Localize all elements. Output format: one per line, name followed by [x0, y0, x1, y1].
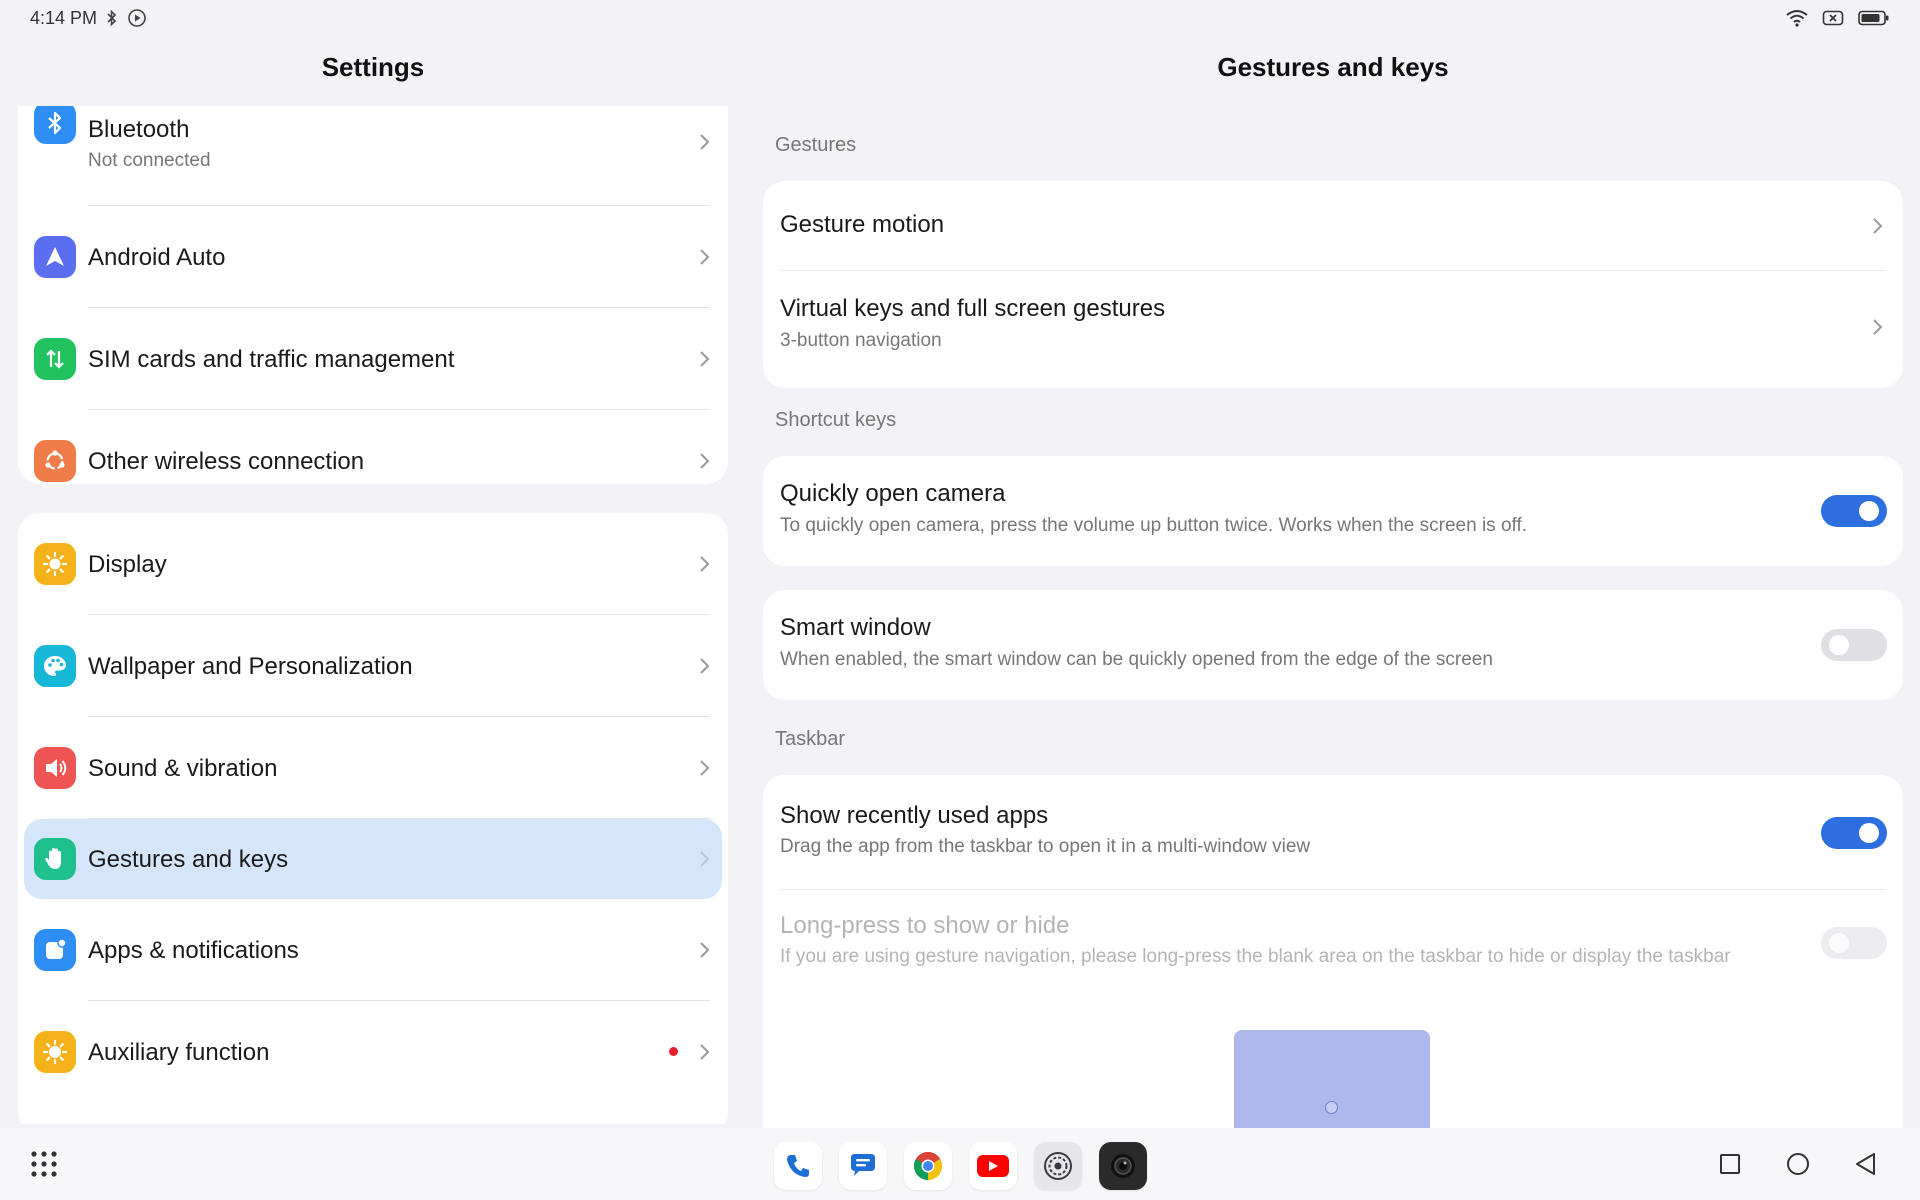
- section-label-taskbar: Taskbar: [775, 728, 846, 750]
- chevron-right-icon: [700, 1044, 710, 1060]
- settings-item-auxiliary[interactable]: Auxiliary function: [18, 1001, 728, 1103]
- row-subtitle: To quickly open camera, press the volume…: [780, 515, 1528, 536]
- settings-item-display[interactable]: Display: [18, 513, 728, 615]
- settings-item-sublabel: Not connected: [88, 150, 211, 171]
- settings-group-device: Display Wallpaper and Personalization So…: [18, 513, 728, 1124]
- settings-item-wallpaper[interactable]: Wallpaper and Personalization: [18, 615, 728, 717]
- row-title: Quickly open camera: [780, 480, 1006, 507]
- gestures-and-keys-panel[interactable]: Gestures Gesture motion Virtual keys and…: [763, 106, 1903, 1128]
- home-circle-icon[interactable]: [1784, 1150, 1812, 1178]
- section-label-gestures: Gestures: [775, 134, 857, 156]
- show-recent-apps-row[interactable]: Show recently used apps Drag the app fro…: [763, 775, 1903, 890]
- wireless-connection-icon: [34, 440, 76, 482]
- long-press-row[interactable]: Long-press to show or hide If you are us…: [763, 890, 1903, 995]
- settings-app-icon[interactable]: [1034, 1142, 1082, 1190]
- navigation-bar: [0, 1128, 1920, 1200]
- settings-item-label: Other wireless connection: [88, 448, 365, 475]
- settings-item-other-wireless[interactable]: Other wireless connection: [18, 410, 728, 512]
- auxiliary-icon: [34, 1031, 76, 1073]
- navigation-keys: [1716, 1150, 1880, 1178]
- settings-item-gestures[interactable]: Gestures and keys: [18, 819, 728, 899]
- show-recent-apps-toggle[interactable]: [1821, 817, 1887, 849]
- row-title: Gesture motion: [780, 211, 945, 238]
- settings-item-label: Auxiliary function: [88, 1039, 270, 1066]
- back-triangle-icon[interactable]: [1852, 1150, 1880, 1178]
- hand-icon: [34, 838, 76, 880]
- status-time: 4:14 PM: [30, 7, 98, 28]
- quickly-open-camera-row[interactable]: Quickly open camera To quickly open came…: [763, 456, 1903, 566]
- chevron-right-icon: [700, 453, 710, 469]
- app-drawer-icon[interactable]: [30, 1150, 58, 1183]
- settings-item-sound[interactable]: Sound & vibration: [18, 717, 728, 819]
- android-auto-icon: [34, 236, 76, 278]
- battery-icon: [1858, 9, 1890, 27]
- chrome-app-icon[interactable]: [904, 1142, 952, 1190]
- row-title: Smart window: [780, 614, 931, 641]
- bluetooth-icon: [105, 9, 119, 27]
- row-subtitle: Drag the app from the taskbar to open it…: [780, 836, 1311, 857]
- media-playing-icon: [127, 8, 147, 28]
- settings-item-label: Display: [88, 551, 167, 578]
- settings-item-bluetooth[interactable]: Bluetooth Not connected: [18, 106, 728, 206]
- phone-app-icon[interactable]: [774, 1142, 822, 1190]
- chevron-right-icon: [1873, 218, 1883, 234]
- apps-icon: [34, 929, 76, 971]
- wifi-icon: [1786, 9, 1808, 27]
- smart-window-row[interactable]: Smart window When enabled, the smart win…: [763, 590, 1903, 700]
- quickly-open-camera-card: Quickly open camera To quickly open came…: [763, 456, 1903, 566]
- settings-item-label: Gestures and keys: [88, 846, 289, 873]
- chevron-right-icon: [1873, 319, 1883, 335]
- settings-item-apps[interactable]: Apps & notifications: [18, 899, 728, 1001]
- settings-item-label: Sound & vibration: [88, 755, 278, 782]
- gestures-card: Gesture motion Virtual keys and full scr…: [763, 181, 1903, 388]
- settings-item-label: Bluetooth: [88, 116, 190, 143]
- no-sim-icon: [1822, 9, 1844, 27]
- chevron-right-icon: [700, 851, 710, 867]
- settings-item-sim-cards[interactable]: SIM cards and traffic management: [18, 308, 728, 410]
- row-title: Virtual keys and full screen gestures: [780, 295, 1166, 322]
- touch-point-icon: [1325, 1101, 1338, 1114]
- notification-badge: [669, 1047, 678, 1056]
- page-title: Gestures and keys: [1217, 52, 1449, 82]
- row-title: Show recently used apps: [780, 802, 1049, 829]
- row-subtitle: When enabled, the smart window can be qu…: [780, 649, 1493, 670]
- settings-item-label: SIM cards and traffic management: [88, 346, 455, 373]
- bluetooth-icon: [34, 106, 76, 144]
- settings-title: Settings: [321, 52, 425, 82]
- youtube-app-icon[interactable]: [969, 1142, 1017, 1190]
- app-dock: [774, 1142, 1147, 1190]
- smart-window-toggle[interactable]: [1821, 629, 1887, 661]
- row-subtitle: If you are using gesture navigation, ple…: [780, 946, 1731, 967]
- chevron-right-icon: [700, 351, 710, 367]
- chevron-right-icon: [700, 556, 710, 572]
- taskbar-preview-image: [1234, 1030, 1430, 1128]
- settings-item-label: Apps & notifications: [88, 937, 299, 964]
- settings-list[interactable]: Bluetooth Not connected Android Auto SIM…: [18, 106, 728, 1124]
- chevron-right-icon: [700, 760, 710, 776]
- quickly-open-camera-toggle[interactable]: [1821, 495, 1887, 527]
- speaker-icon: [34, 747, 76, 789]
- section-label-shortcut-keys: Shortcut keys: [775, 409, 897, 431]
- long-press-toggle[interactable]: [1821, 927, 1887, 959]
- chevron-right-icon: [700, 658, 710, 674]
- messages-app-icon[interactable]: [839, 1142, 887, 1190]
- gesture-motion-row[interactable]: Gesture motion: [763, 181, 1903, 271]
- sim-traffic-icon: [34, 338, 76, 380]
- palette-icon: [34, 645, 76, 687]
- settings-item-label: Android Auto: [88, 244, 226, 271]
- status-bar: 4:14 PM: [0, 0, 1920, 36]
- virtual-keys-row[interactable]: Virtual keys and full screen gestures 3-…: [763, 271, 1903, 388]
- row-subtitle: 3-button navigation: [780, 330, 942, 351]
- recents-square-icon[interactable]: [1716, 1150, 1744, 1178]
- chevron-right-icon: [700, 134, 710, 150]
- display-brightness-icon: [34, 543, 76, 585]
- settings-item-android-auto[interactable]: Android Auto: [18, 206, 728, 308]
- camera-app-icon[interactable]: [1099, 1142, 1147, 1190]
- chevron-right-icon: [700, 942, 710, 958]
- settings-item-label: Wallpaper and Personalization: [88, 653, 413, 680]
- row-title: Long-press to show or hide: [780, 912, 1070, 939]
- chevron-right-icon: [700, 249, 710, 265]
- smart-window-card: Smart window When enabled, the smart win…: [763, 590, 1903, 700]
- settings-group-connections: Bluetooth Not connected Android Auto SIM…: [18, 106, 728, 484]
